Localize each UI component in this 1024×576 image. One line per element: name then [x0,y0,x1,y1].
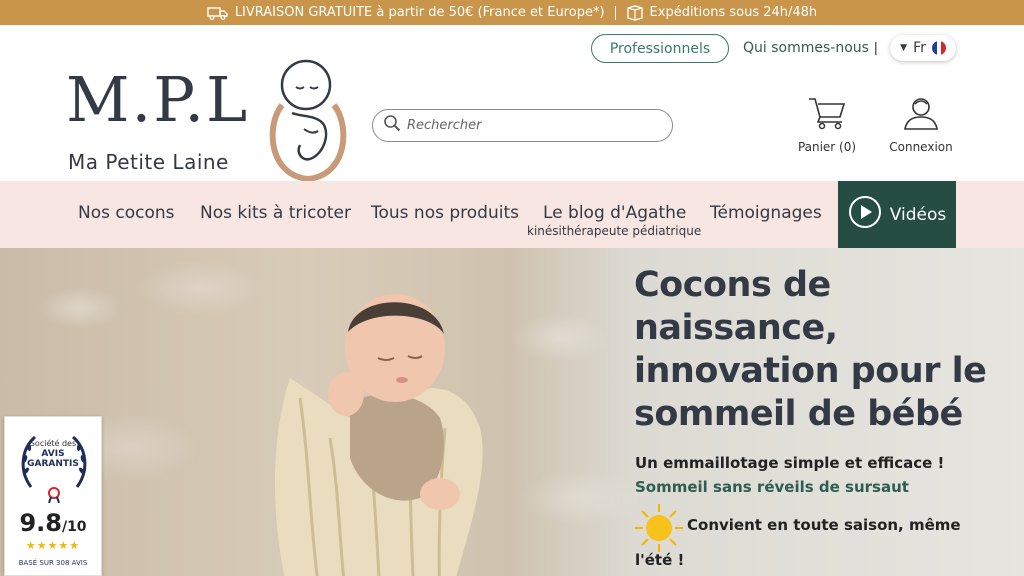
hero-tagline-2: Sommeil sans réveils de sursaut [635,478,909,496]
reviews-badge[interactable]: Société des AVIS GARANTIS 9.8/10 ★★★★★ B… [4,416,102,576]
search-input[interactable]: Rechercher [372,109,673,142]
avis-brand-line2: GARANTIS [27,459,79,469]
language-selector[interactable]: ▼ Fr [890,35,956,61]
hero-photo-baby [250,268,510,576]
logo-letters: M.P.L [66,63,250,136]
nav-item-products[interactable]: Tous nos produits [371,203,519,223]
nav-item-testimonials[interactable]: Témoignages [710,203,822,223]
main-nav: Nos cocons Nos kits à tricoter Tous nos … [0,181,1024,248]
star-rating-icon: ★★★★★ [25,540,81,552]
login-label: Connexion [889,140,953,154]
shipping-info: Expéditions sous 24h/48h [626,4,818,22]
hero-tagline-3-end: l'été ! [635,551,685,569]
cart-label: Panier (0) [797,140,857,154]
nav-item-blog[interactable]: Le blog d'Agathe [543,203,686,223]
language-label: Fr [913,40,926,56]
topbar-divider [614,5,616,20]
avis-brand-line1: AVIS [41,449,65,459]
videos-label: Vidéos [889,204,947,225]
site-header: M.P.L Ma Petite Laine Professionnels Qui… [0,25,1024,183]
hero-tagline-1: Un emmaillotage simple et efficace ! [635,454,945,472]
nav-item-videos[interactable]: Vidéos [838,181,956,248]
cart-icon [807,98,847,135]
truck-icon [207,6,229,20]
hero-title: Cocons de naissance, innovation pour le … [634,265,987,434]
header-separator: | [874,39,878,55]
search-placeholder: Rechercher [407,118,482,133]
delivery-text: LIVRAISON GRATUITE à partir de 50€ (Fran… [234,5,605,20]
play-icon [848,195,882,234]
user-icon [901,98,941,135]
avis-score-suffix: /10 [61,519,87,535]
baby-logo-icon [262,55,354,188]
cart-button[interactable]: Panier (0) [796,95,858,154]
avis-brand-small: Société des [29,439,77,448]
logo-name: Ma Petite Laine [68,150,229,174]
package-icon [626,4,644,22]
avis-count: BASÉ SUR 308 AVIS [18,559,88,567]
nav-blog-subtitle: kinésithérapeute pédiatrique [527,224,702,238]
delivery-info: LIVRAISON GRATUITE à partir de 50€ (Fran… [207,5,605,20]
site-logo[interactable]: M.P.L Ma Petite Laine [62,45,362,183]
france-flag-icon [931,41,946,55]
login-button[interactable]: Connexion [886,95,956,154]
avis-brand-big: AVIS GARANTIS [5,449,101,469]
avis-score-value: 9.8 [19,509,62,537]
promo-bar: LIVRAISON GRATUITE à partir de 50€ (Fran… [0,0,1024,25]
nav-item-cocons[interactable]: Nos cocons [78,203,175,223]
professionals-button[interactable]: Professionnels [591,34,729,63]
nav-item-kits[interactable]: Nos kits à tricoter [200,203,351,223]
avis-score: 9.8/10 [5,509,101,537]
shipping-text: Expéditions sous 24h/48h [649,5,818,20]
caret-down-icon: ▼ [900,43,908,53]
about-link[interactable]: Qui sommes-nous [743,40,869,56]
hero-tagline-3: Convient en toute saison, même [687,516,961,534]
search-icon [383,114,401,137]
hero-banner: Cocons de naissance, innovation pour le … [0,248,1024,576]
